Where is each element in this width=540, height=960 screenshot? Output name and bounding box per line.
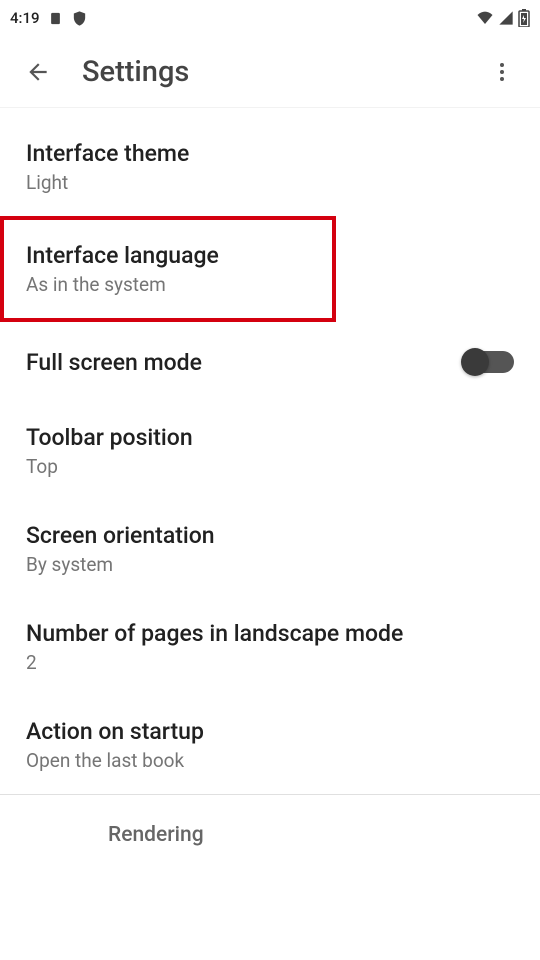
setting-toolbar-value: Top bbox=[26, 455, 193, 478]
setting-startup-value: Open the last book bbox=[26, 749, 204, 772]
setting-theme-value: Light bbox=[26, 171, 189, 194]
more-vert-icon bbox=[490, 60, 514, 84]
setting-orientation-value: By system bbox=[26, 553, 215, 576]
setting-pages-landscape-title: Number of pages in landscape mode bbox=[26, 620, 403, 647]
setting-orientation-title: Screen orientation bbox=[26, 522, 215, 549]
page-title: Settings bbox=[82, 55, 478, 89]
section-rendering: Rendering bbox=[0, 795, 540, 857]
setting-fullscreen[interactable]: Full screen mode bbox=[0, 322, 540, 402]
fullscreen-toggle[interactable] bbox=[464, 351, 514, 373]
more-button[interactable] bbox=[478, 48, 526, 96]
setting-theme[interactable]: Interface theme Light bbox=[0, 118, 540, 216]
arrow-left-icon bbox=[25, 59, 51, 85]
settings-list: Interface theme Light Interface language… bbox=[0, 108, 540, 857]
status-right bbox=[476, 9, 530, 27]
app-bar: Settings bbox=[0, 36, 540, 108]
setting-startup-title: Action on startup bbox=[26, 718, 204, 745]
setting-language[interactable]: Interface language As in the system bbox=[0, 216, 336, 322]
status-time: 4:19 bbox=[10, 9, 40, 27]
setting-orientation[interactable]: Screen orientation By system bbox=[0, 500, 540, 598]
setting-pages-landscape-value: 2 bbox=[26, 651, 403, 674]
setting-toolbar[interactable]: Toolbar position Top bbox=[0, 402, 540, 500]
battery-icon bbox=[518, 9, 530, 27]
wifi-icon bbox=[476, 9, 494, 27]
back-button[interactable] bbox=[14, 48, 62, 96]
shield-icon bbox=[71, 10, 88, 27]
status-left: 4:19 bbox=[10, 9, 88, 27]
setting-toolbar-title: Toolbar position bbox=[26, 424, 193, 451]
setting-language-title: Interface language bbox=[26, 242, 219, 269]
status-bar: 4:19 bbox=[0, 0, 540, 36]
toggle-knob bbox=[461, 348, 489, 376]
setting-pages-landscape[interactable]: Number of pages in landscape mode 2 bbox=[0, 598, 540, 696]
setting-theme-title: Interface theme bbox=[26, 140, 189, 167]
setting-fullscreen-title: Full screen mode bbox=[26, 349, 202, 376]
signal-icon bbox=[498, 10, 514, 26]
setting-language-value: As in the system bbox=[26, 273, 219, 296]
notification-icon bbox=[48, 11, 63, 26]
setting-startup[interactable]: Action on startup Open the last book bbox=[0, 696, 540, 794]
